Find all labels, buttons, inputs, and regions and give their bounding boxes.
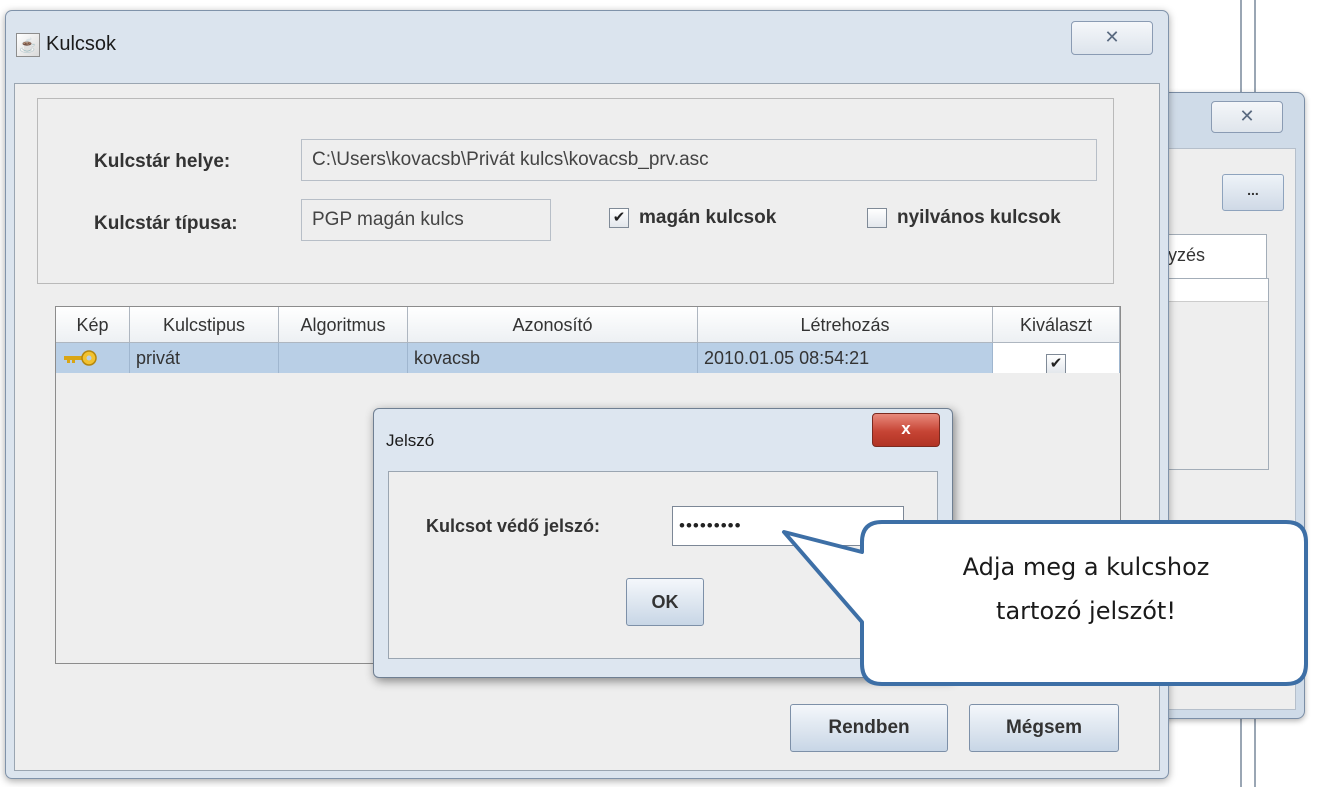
background-close-button[interactable]: ✕ — [1211, 101, 1283, 133]
browse-button[interactable]: ... — [1222, 174, 1284, 211]
callout-line-1: Adja meg a kulcshoz — [962, 553, 1210, 581]
callout-line-2: tartozó jelszót! — [996, 597, 1176, 625]
cancel-button[interactable]: Mégsem — [969, 704, 1119, 752]
keystore-location-field[interactable]: C:\Users\kovacsb\Privát kulcs\kovacsb_pr… — [301, 139, 1097, 181]
select-checkbox[interactable]: ✔ — [1046, 354, 1066, 373]
column-header-identifier[interactable]: Azonosító — [408, 307, 698, 343]
java-app-icon: ☕ — [16, 33, 40, 57]
callout-text: Adja meg a kulcshoz tartozó jelszót! — [866, 545, 1306, 633]
close-icon: ✕ — [1104, 27, 1120, 47]
keystore-type-label: Kulcstár típusa: — [94, 213, 238, 234]
keystore-info-panel: Kulcstár helye: C:\Users\kovacsb\Privát … — [37, 98, 1114, 284]
background-window-edge — [1240, 712, 1242, 787]
background-window-edge — [1254, 712, 1256, 787]
private-keys-label[interactable]: magán kulcsok — [639, 207, 776, 229]
keystore-type-field[interactable]: PGP magán kulcs — [301, 199, 551, 241]
background-window-edge — [1254, 0, 1256, 95]
column-header-algorithm[interactable]: Algoritmus — [279, 307, 408, 343]
window-title: Kulcsok — [46, 33, 117, 55]
key-type-cell: privát — [130, 343, 279, 373]
column-header-created[interactable]: Létrehozás — [698, 307, 993, 343]
close-icon: ✕ — [1239, 106, 1255, 126]
background-column-header[interactable]: yzés — [1162, 234, 1267, 279]
dialog-title: Jelszó — [386, 431, 435, 450]
close-icon: x — [901, 419, 911, 438]
algorithm-cell — [279, 343, 408, 373]
title-bar[interactable]: ☕ Kulcsok ✕ — [6, 11, 1168, 83]
password-label: Kulcsot védő jelszó: — [426, 516, 601, 536]
column-header-select[interactable]: Kiválaszt — [993, 307, 1120, 343]
identifier-cell: kovacsb — [408, 343, 698, 373]
table-row[interactable] — [1163, 279, 1268, 302]
table-row[interactable]: privát kovacsb 2010.01.05 08:54:21 ✔ — [56, 343, 1120, 373]
created-cell: 2010.01.05 08:54:21 — [698, 343, 993, 373]
column-header-image[interactable]: Kép — [56, 307, 130, 343]
background-table — [1162, 278, 1269, 470]
dialog-ok-button[interactable]: OK — [626, 578, 704, 626]
public-keys-label[interactable]: nyilvános kulcsok — [897, 207, 1061, 229]
key-icon — [64, 350, 97, 366]
window-close-button[interactable]: ✕ — [1071, 21, 1153, 55]
column-header-key-type[interactable]: Kulcstipus — [130, 307, 279, 343]
select-cell[interactable]: ✔ — [993, 343, 1120, 373]
public-keys-checkbox[interactable] — [867, 208, 887, 228]
background-window-edge — [1240, 0, 1242, 95]
private-keys-checkbox[interactable]: ✔ — [609, 208, 629, 228]
dialog-close-button[interactable]: x — [872, 413, 940, 447]
key-image-cell — [56, 343, 130, 373]
table-header: Kép Kulcstipus Algoritmus Azonosító Létr… — [56, 307, 1120, 343]
keystore-location-label: Kulcstár helye: — [94, 151, 231, 172]
ok-button[interactable]: Rendben — [790, 704, 948, 752]
